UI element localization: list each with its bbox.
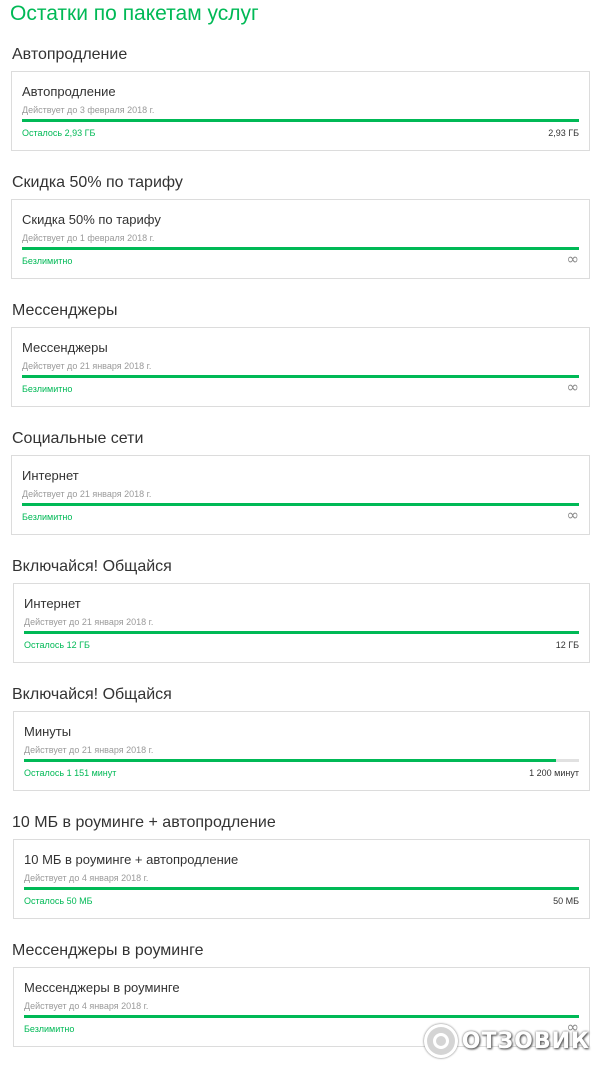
validity-date: Действует до 1 февраля 2018 г. — [22, 233, 155, 243]
usage-progress-bar — [24, 887, 579, 890]
package-card[interactable]: Скидка 50% по тарифу Действует до 1 февр… — [11, 199, 590, 279]
remaining-amount: Осталось 1 151 минут — [24, 768, 117, 778]
package-card[interactable]: Интернет Действует до 21 января 2018 г. … — [13, 583, 590, 663]
watermark: ОТЗОВИК — [423, 1024, 590, 1058]
package-name: Интернет — [22, 468, 79, 483]
remaining-amount: Осталось 12 ГБ — [24, 640, 90, 650]
section-title: 10 МБ в роуминге + автопродление — [12, 814, 276, 831]
remaining-amount: Безлимитно — [22, 256, 73, 266]
validity-date: Действует до 21 января 2018 г. — [24, 745, 154, 755]
usage-progress-bar — [22, 119, 579, 122]
usage-progress-fill — [24, 887, 579, 890]
package-name: 10 МБ в роуминге + автопродление — [24, 852, 239, 867]
package-card[interactable]: Минуты Действует до 21 января 2018 г. Ос… — [13, 711, 590, 791]
usage-progress-bar — [22, 503, 579, 506]
usage-progress-bar — [22, 247, 579, 250]
remaining-amount: Безлимитно — [22, 384, 73, 394]
package-name: Мессенджеры — [22, 340, 108, 355]
validity-date: Действует до 4 января 2018 г. — [24, 1001, 149, 1011]
usage-progress-fill — [22, 247, 579, 250]
validity-date: Действует до 21 января 2018 г. — [22, 489, 152, 499]
usage-progress-fill — [24, 631, 579, 634]
usage-progress-bar — [22, 375, 579, 378]
section-title: Автопродление — [12, 46, 128, 63]
otzovik-logo-icon — [423, 1024, 458, 1058]
validity-date: Действует до 21 января 2018 г. — [22, 361, 152, 371]
validity-date: Действует до 4 января 2018 г. — [24, 873, 149, 883]
section-title: Включайся! Общайся — [12, 686, 172, 703]
usage-progress-fill — [24, 759, 557, 762]
usage-progress-bar — [24, 759, 579, 762]
usage-progress-fill — [22, 375, 579, 378]
package-card[interactable]: 10 МБ в роуминге + автопродление Действу… — [13, 839, 590, 919]
usage-progress-bar — [24, 631, 579, 634]
package-card[interactable]: Интернет Действует до 21 января 2018 г. … — [11, 455, 590, 535]
remaining-amount: Осталось 2,93 ГБ — [22, 128, 96, 138]
section-title: Включайся! Общайся — [12, 558, 172, 575]
validity-date: Действует до 3 февраля 2018 г. — [22, 105, 155, 115]
remaining-amount: Осталось 50 МБ — [24, 896, 93, 906]
total-amount: 1 200 минут — [529, 768, 579, 778]
package-card[interactable]: Автопродление Действует до 3 февраля 201… — [11, 71, 590, 151]
total-amount: 12 ГБ — [555, 640, 579, 650]
package-name: Автопродление — [22, 84, 116, 99]
package-card[interactable]: Мессенджеры Действует до 21 января 2018 … — [11, 327, 590, 407]
package-name: Мессенджеры в роуминге — [24, 980, 180, 995]
section-title: Мессенджеры в роуминге — [12, 942, 204, 959]
infinity-icon: ∞ — [566, 506, 580, 524]
remaining-amount: Безлимитно — [22, 512, 73, 522]
package-name: Минуты — [24, 724, 72, 739]
usage-progress-fill — [22, 503, 579, 506]
section-title: Скидка 50% по тарифу — [12, 174, 183, 191]
remaining-amount: Безлимитно — [24, 1024, 75, 1034]
section-title: Мессенджеры — [12, 302, 118, 319]
usage-progress-bar — [24, 1015, 579, 1018]
package-name: Интернет — [24, 596, 81, 611]
validity-date: Действует до 21 января 2018 г. — [24, 617, 154, 627]
infinity-icon: ∞ — [566, 378, 580, 396]
usage-progress-fill — [24, 1015, 579, 1018]
total-amount: 50 МБ — [553, 896, 579, 906]
page-title: Остатки по пакетам услуг — [10, 2, 259, 25]
total-amount: 2,93 ГБ — [548, 128, 579, 138]
package-name: Скидка 50% по тарифу — [22, 212, 161, 227]
usage-progress-fill — [22, 119, 579, 122]
infinity-icon: ∞ — [566, 250, 580, 268]
watermark-text: ОТЗОВИК — [461, 1028, 590, 1054]
section-title: Социальные сети — [12, 430, 144, 447]
